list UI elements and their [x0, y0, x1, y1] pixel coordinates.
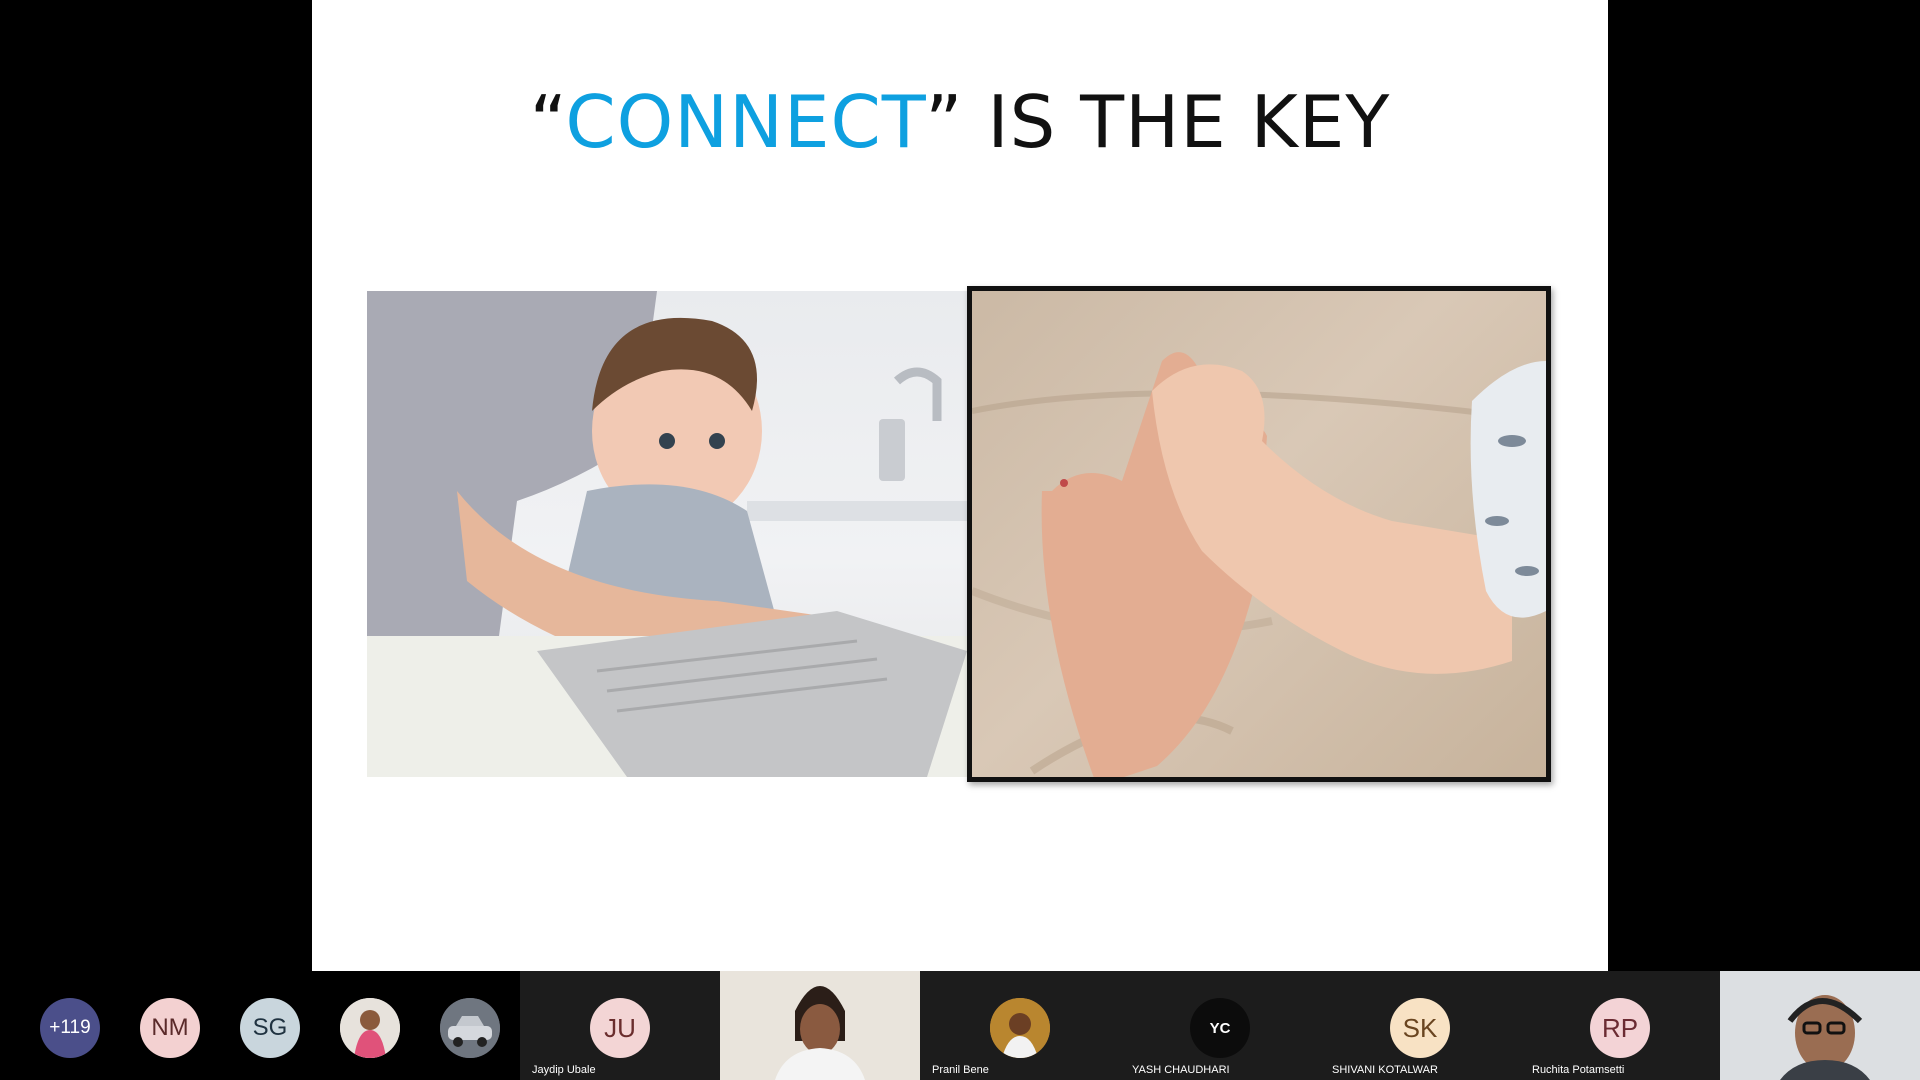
participant-name: Jaydip Ubale: [532, 1064, 596, 1076]
avatar-initials: SG: [252, 1014, 288, 1041]
title-open-quote: “: [529, 80, 566, 164]
shared-slide: “CONNECT” IS THE KEY: [312, 0, 1608, 971]
title-rest: ” IS THE KEY: [925, 80, 1391, 164]
more-participants-button[interactable]: +119: [40, 998, 100, 1058]
participant-name: Ruchita Potamsetti: [1532, 1064, 1625, 1076]
avatar: YC: [1190, 998, 1250, 1058]
avatar-photo-person: [340, 998, 400, 1058]
slide-photo-mother-baby-laptop: [367, 291, 967, 777]
participant-tile-rp[interactable]: RP Ruchita Potamsetti: [1520, 971, 1720, 1080]
avatar-photo: [990, 998, 1050, 1058]
participant-tile-speaker-video[interactable]: [1720, 971, 1920, 1080]
participant-name: YASH CHAUDHARI: [1132, 1064, 1230, 1076]
slide-title: “CONNECT” IS THE KEY: [312, 80, 1608, 164]
avatar: JU: [590, 998, 650, 1058]
participant-avatar-sg[interactable]: SG: [240, 998, 300, 1058]
participant-name: Pranil Bene: [932, 1064, 989, 1076]
avatar: SK: [1390, 998, 1450, 1058]
participant-video-feed: [720, 971, 920, 1080]
participant-tile-video-1[interactable]: [720, 971, 920, 1080]
avatar: RP: [1590, 998, 1650, 1058]
mother-baby-laptop-illustration: [367, 291, 967, 777]
meeting-stage: “CONNECT” IS THE KEY +119 NM SG JU Jaydi…: [0, 0, 1920, 1080]
participant-tile-sk[interactable]: SK SHIVANI KOTALWAR: [1320, 971, 1520, 1080]
title-accent-word: CONNECT: [565, 80, 926, 164]
slide-photo-holding-hands: [967, 286, 1551, 782]
participant-tile-yc[interactable]: YC YASH CHAUDHARI: [1120, 971, 1320, 1080]
participant-tile-ju[interactable]: JU Jaydip Ubale: [520, 971, 720, 1080]
avatar-initials: JU: [604, 1012, 636, 1043]
participant-name: SHIVANI KOTALWAR: [1332, 1064, 1438, 1076]
participant-avatar-nm[interactable]: NM: [140, 998, 200, 1058]
overflow-count: +119: [49, 1017, 91, 1038]
avatar-photo-person: [990, 998, 1050, 1058]
avatar-initials: RP: [1601, 1012, 1639, 1043]
avatar-initials: YC: [1209, 1019, 1231, 1037]
avatar-initials: NM: [151, 1014, 189, 1041]
participant-tile-pranil[interactable]: Pranil Bene: [920, 971, 1120, 1080]
participant-strip: +119 NM SG JU Jaydip Ubale Pranil Bene Y…: [0, 971, 1920, 1080]
avatar-photo-car: [440, 998, 500, 1058]
speaker-video-feed: [1720, 971, 1920, 1080]
participant-avatar-car[interactable]: [440, 998, 500, 1058]
participant-avatar-photo[interactable]: [340, 998, 400, 1058]
avatar-initials: SK: [1402, 1012, 1438, 1043]
holding-hands-illustration: [972, 352, 1546, 777]
